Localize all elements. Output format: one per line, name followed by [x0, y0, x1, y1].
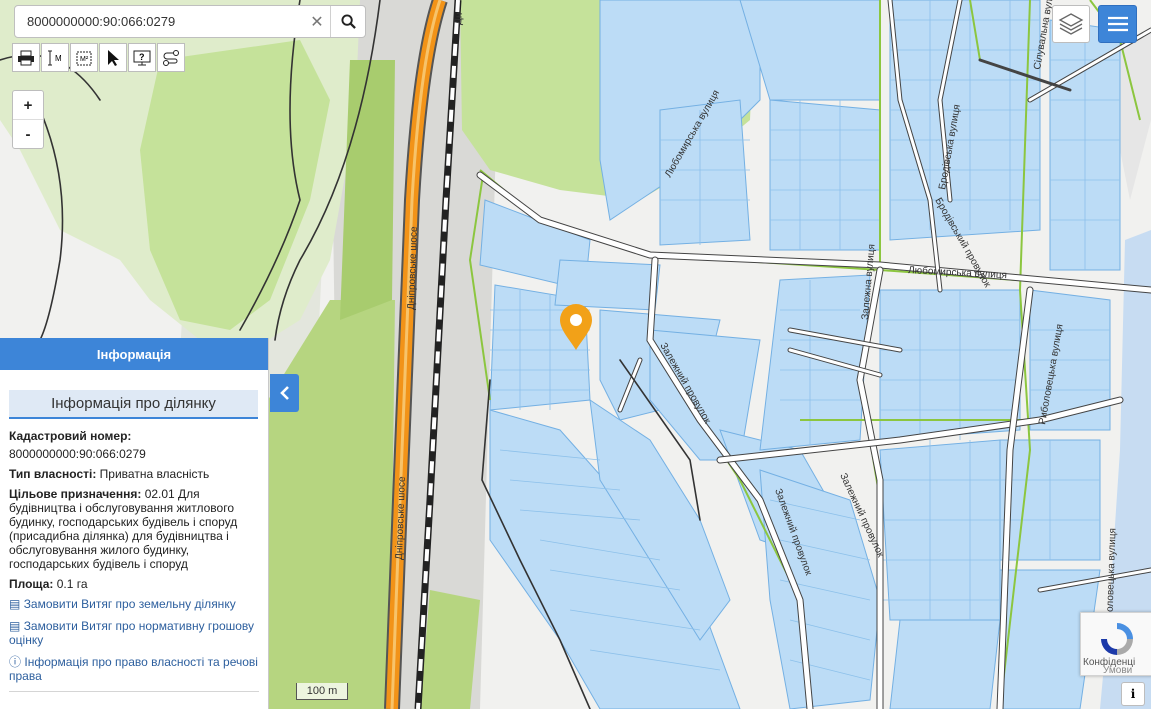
svg-text:?: ? — [139, 52, 145, 62]
ownership-value: Приватна власність — [99, 467, 210, 481]
identify-icon: ? — [133, 50, 151, 65]
cadastral-label: Кадастровий номер: — [9, 429, 132, 443]
select-tool-button[interactable] — [99, 43, 127, 72]
measure-area-button[interactable]: M² — [70, 43, 98, 72]
cadastral-row: Кадастровий номер: 8000000000:90:066:027… — [9, 429, 259, 461]
search-input[interactable] — [15, 6, 304, 37]
panel-subheader: Інформація про ділянку — [9, 390, 258, 419]
area-value: 0.1 га — [56, 577, 88, 591]
print-icon — [18, 50, 34, 65]
order-valuation-extract-label: Замовити Витяг про нормативну грошову оц… — [9, 619, 255, 647]
layers-icon — [1058, 13, 1084, 35]
purpose-label: Цільове призначення: — [9, 487, 142, 501]
order-land-extract-link[interactable]: ▤ Замовити Витяг про земельну ділянку — [9, 597, 259, 611]
area-label: Площа: — [9, 577, 54, 591]
zoom-in-button[interactable]: + — [13, 91, 43, 119]
search-icon — [340, 14, 356, 29]
print-button[interactable] — [12, 43, 40, 72]
select-pointer-icon — [108, 49, 119, 66]
clear-search-icon[interactable]: ✕ — [304, 12, 330, 32]
zoom-out-button[interactable]: - — [13, 119, 43, 148]
recaptcha-icon — [1101, 623, 1133, 655]
svg-text:M: M — [55, 54, 62, 63]
measure-length-icon: M — [48, 50, 62, 65]
panel-header: Інформація — [0, 338, 268, 370]
svg-text:M²: M² — [80, 56, 89, 63]
area-row: Площа: 0.1 га — [9, 577, 259, 591]
purpose-row: Цільове призначення: 02.01 Для будівницт… — [9, 487, 259, 571]
search-bar: ✕ — [14, 5, 366, 38]
hamburger-menu-icon — [1107, 16, 1128, 32]
ownership-label: Тип власності: — [9, 467, 97, 481]
ownership-rights-label: Інформація про право власності та речові… — [9, 655, 258, 683]
document-icon: ▤ — [9, 619, 21, 633]
layers-button[interactable] — [1052, 5, 1090, 43]
route-icon — [163, 49, 179, 66]
info-panel: Інформація Інформація про ділянку Кадаст… — [0, 338, 269, 709]
label-top-hwy: Дн — [453, 12, 465, 25]
measure-length-button[interactable]: M — [41, 43, 69, 72]
identify-button[interactable]: ? — [128, 43, 156, 72]
order-land-extract-label: Замовити Витяг про земельну ділянку — [23, 597, 236, 611]
recaptcha-terms-text[interactable]: Умови — [1103, 665, 1132, 676]
document-icon: ▤ — [9, 597, 21, 611]
cadastral-value: 8000000000:90:066:0279 — [9, 447, 146, 461]
order-valuation-extract-link[interactable]: ▤ Замовити Витяг про нормативну грошову … — [9, 619, 259, 647]
map-toolbar: M M² ? — [12, 43, 186, 72]
menu-button[interactable] — [1098, 5, 1137, 43]
ownership-row: Тип власності: Приватна власність — [9, 467, 259, 481]
ownership-rights-link[interactable]: ⓘ Інформація про право власності та речо… — [9, 655, 259, 683]
route-button[interactable] — [157, 43, 185, 72]
recaptcha-badge[interactable]: Конфіденці Умови — [1080, 612, 1151, 676]
panel-divider — [9, 691, 259, 692]
panel-body: Кадастровий номер: 8000000000:90:066:027… — [0, 429, 268, 683]
collapse-panel-button[interactable] — [270, 374, 299, 412]
attribution-info-button[interactable]: i — [1121, 682, 1145, 706]
info-circle-icon: ⓘ — [9, 655, 22, 669]
zoom-control: + - — [12, 90, 44, 149]
scale-bar: 100 m — [296, 683, 348, 700]
chevron-left-icon — [279, 386, 289, 400]
search-button[interactable] — [330, 6, 365, 37]
measure-area-icon: M² — [76, 51, 92, 65]
